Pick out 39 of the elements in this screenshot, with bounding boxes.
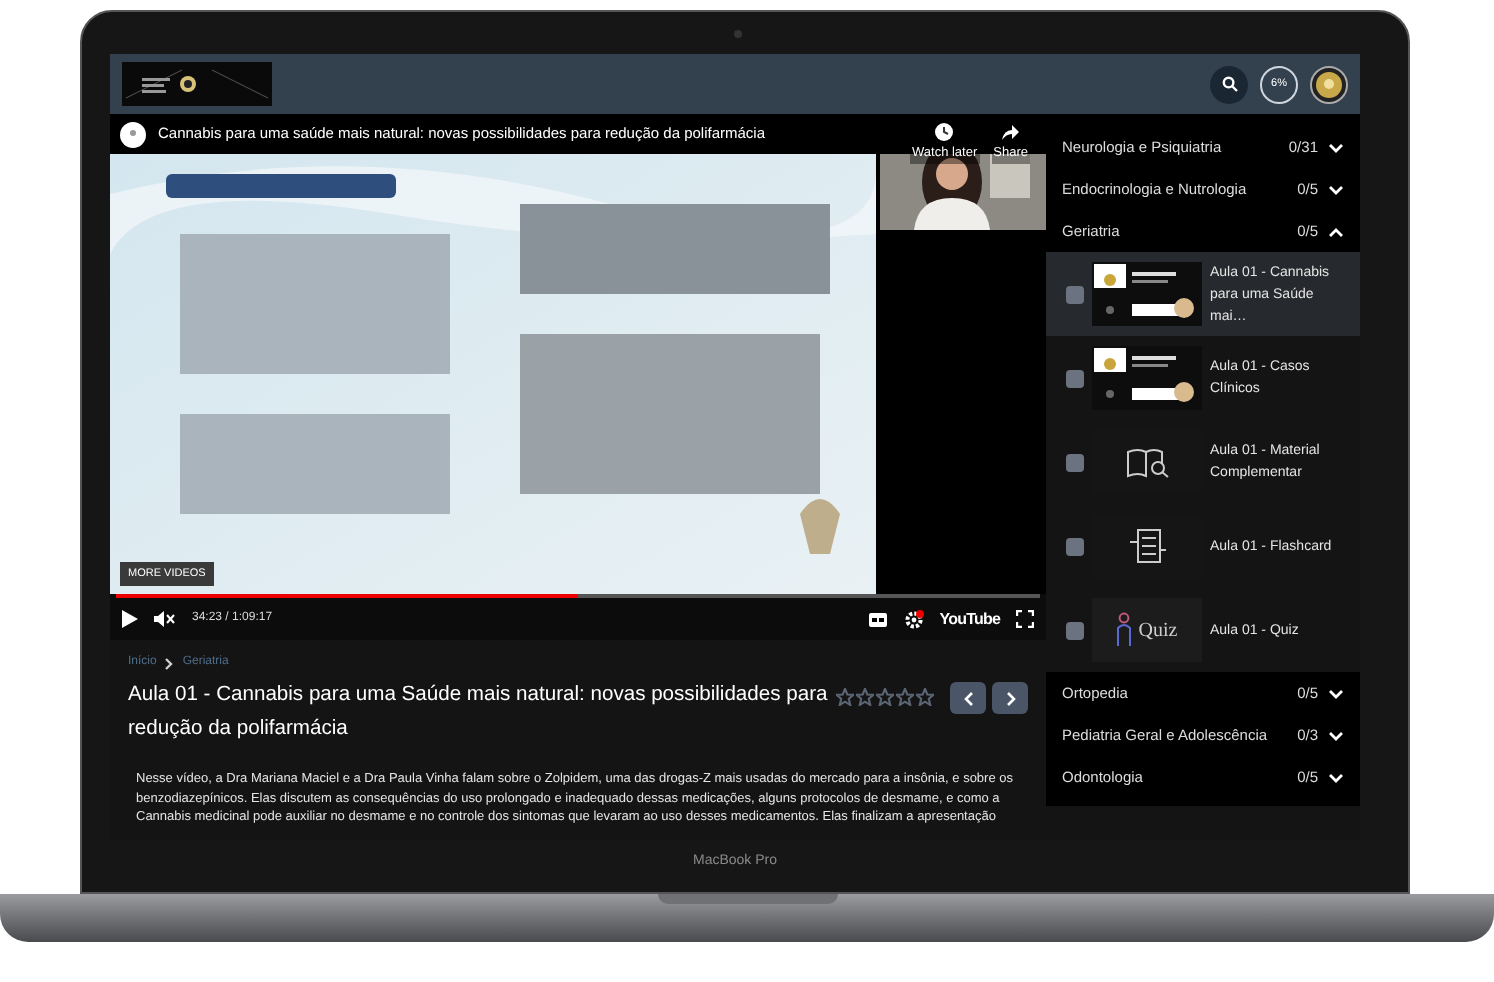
muted-speaker-icon[interactable] bbox=[154, 610, 176, 628]
checkbox[interactable] bbox=[1066, 537, 1084, 555]
chevron-left-icon bbox=[963, 691, 973, 705]
checkbox[interactable] bbox=[1066, 453, 1084, 471]
gear-icon[interactable] bbox=[903, 609, 924, 629]
chevron-down-icon[interactable] bbox=[1328, 687, 1344, 699]
star-icon[interactable] bbox=[856, 688, 874, 706]
thumbnail-label: Quiz bbox=[1138, 617, 1178, 645]
checkbox[interactable] bbox=[1066, 621, 1084, 639]
document-icon bbox=[1127, 528, 1167, 564]
figure-icon bbox=[1116, 612, 1133, 648]
channel-avatar-icon[interactable] bbox=[120, 121, 146, 147]
star-icon[interactable] bbox=[836, 688, 854, 706]
chevron-down-icon[interactable] bbox=[1328, 771, 1344, 783]
avatar-icon[interactable] bbox=[1310, 65, 1348, 103]
youtube-logo[interactable]: YouTube bbox=[939, 607, 1000, 631]
chevron-right-icon bbox=[164, 657, 175, 669]
chevron-right-icon bbox=[1005, 691, 1015, 705]
previous-button[interactable] bbox=[950, 682, 986, 714]
star-icon[interactable] bbox=[876, 688, 894, 706]
star-icon[interactable] bbox=[896, 688, 914, 706]
captions-icon[interactable] bbox=[867, 611, 888, 627]
next-button[interactable] bbox=[992, 682, 1028, 714]
chevron-down-icon[interactable] bbox=[1328, 141, 1344, 153]
play-icon[interactable] bbox=[122, 610, 138, 628]
chevron-down-icon[interactable] bbox=[1328, 729, 1344, 741]
search-button[interactable] bbox=[1210, 65, 1248, 103]
star-icon[interactable] bbox=[916, 688, 934, 706]
fullscreen-icon[interactable] bbox=[1016, 610, 1034, 628]
chevron-down-icon[interactable] bbox=[1328, 183, 1344, 195]
checkbox[interactable] bbox=[1066, 285, 1084, 303]
lesson-heading: Aula 01 - Cannabis para uma Saúde mais natural: novas possibilidades para redução da polifarmácia bbox=[128, 682, 830, 744]
clock-icon[interactable] bbox=[934, 122, 955, 142]
logo-icon[interactable] bbox=[122, 62, 272, 106]
checkbox[interactable] bbox=[1066, 369, 1084, 387]
chevron-up-icon[interactable] bbox=[1328, 225, 1344, 237]
book-icon bbox=[1125, 446, 1169, 478]
search-icon bbox=[1221, 76, 1237, 92]
share-icon[interactable] bbox=[1000, 122, 1021, 142]
